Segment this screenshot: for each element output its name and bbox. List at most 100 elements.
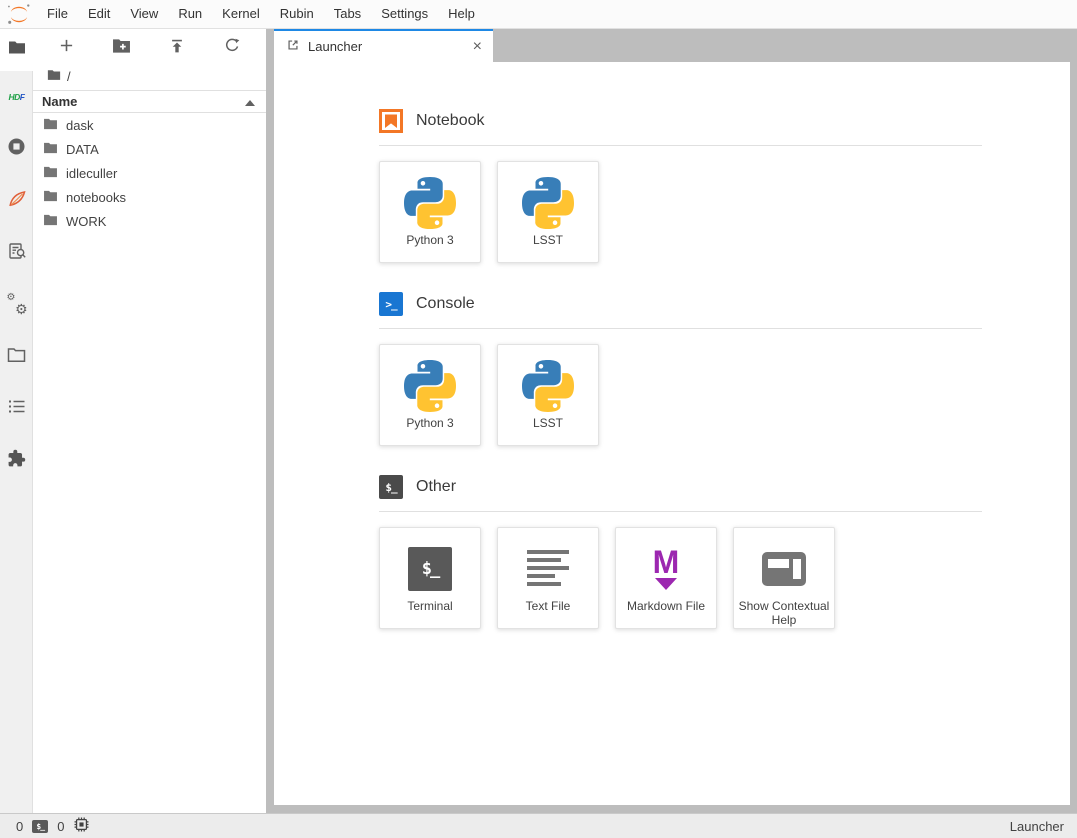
terminal-badge-icon: $_ — [32, 820, 48, 833]
section-title: Notebook — [416, 112, 485, 130]
menu-rubin[interactable]: Rubin — [270, 0, 324, 28]
file-list: dask DATA idleculler notebooks WORK — [33, 113, 266, 233]
status-bar: 0 $_ 0 Launcher — [0, 813, 1077, 838]
card-label: Text File — [522, 599, 575, 613]
menu-tabs[interactable]: Tabs — [324, 0, 371, 28]
launcher-icon — [286, 38, 300, 55]
tab-bar: Launcher × — [274, 29, 1077, 62]
sidebar-item-firefly[interactable] — [0, 175, 33, 227]
section-notebook: Notebook Python — [379, 109, 982, 263]
dock-body: Notebook Python — [274, 62, 1077, 813]
feather-icon — [7, 189, 27, 214]
menu-help[interactable]: Help — [438, 0, 485, 28]
console-icon: >_ — [379, 292, 403, 316]
refresh-button[interactable] — [217, 33, 247, 59]
folder-name: dask — [66, 118, 93, 133]
folder-row-idleculler[interactable]: idleculler — [33, 161, 266, 185]
notebook-icon — [379, 109, 403, 133]
upload-icon — [169, 38, 185, 54]
folder-outline-icon — [7, 347, 26, 368]
section-console: >_ Console — [379, 292, 982, 446]
card-label: Python 3 — [402, 233, 457, 247]
python-icon — [404, 356, 456, 416]
sidebar-item-extensions[interactable] — [0, 435, 33, 487]
card-label: Markdown File — [623, 599, 709, 613]
section-head: >_ Console — [379, 292, 982, 316]
caret-up-icon — [245, 94, 255, 109]
text-lines-icon — [526, 539, 570, 599]
folder-row-data[interactable]: DATA — [33, 137, 266, 161]
card-label: LSST — [529, 416, 567, 430]
stop-circle-icon — [7, 137, 26, 161]
menu-edit[interactable]: Edit — [78, 0, 120, 28]
close-icon[interactable]: × — [470, 39, 485, 55]
new-folder-icon — [112, 38, 131, 54]
name-column-header: Name — [42, 94, 77, 109]
svg-text:M: M — [653, 545, 680, 580]
sidebar-item-system[interactable]: ⚙⚙ — [0, 279, 33, 331]
running-sessions-status[interactable]: 0 $_ 0 — [16, 816, 90, 836]
puzzle-icon — [7, 449, 26, 473]
sidebar-item-file-browser[interactable] — [0, 29, 33, 71]
card-row: Python 3 LSST — [379, 344, 982, 446]
jupyter-logo — [5, 2, 32, 26]
launcher-card-notebook-lsst[interactable]: LSST — [497, 161, 599, 263]
upload-button[interactable] — [162, 33, 192, 59]
folder-name: notebooks — [66, 190, 126, 205]
sidebar-item-inspector[interactable] — [0, 227, 33, 279]
file-browser-panel: / Name dask DATA idleculler — [33, 29, 266, 813]
menu-file[interactable]: File — [37, 0, 78, 28]
folder-row-dask[interactable]: dask — [33, 113, 266, 137]
card-row: $_ Terminal — [379, 527, 982, 629]
menu-settings[interactable]: Settings — [371, 0, 438, 28]
breadcrumb: / — [33, 62, 266, 90]
jupyterlab-app: File Edit View Run Kernel Rubin Tabs Set… — [0, 0, 1077, 838]
section-head: Notebook — [379, 109, 982, 133]
breadcrumb-root[interactable]: / — [67, 69, 71, 84]
section-other: $_ Other $_ Terminal — [379, 475, 982, 629]
tab-launcher[interactable]: Launcher × — [274, 29, 493, 62]
plus-icon — [59, 38, 74, 53]
folder-icon — [43, 214, 58, 229]
launcher-card-terminal[interactable]: $_ Terminal — [379, 527, 481, 629]
card-label: Show Contextual Help — [734, 599, 834, 627]
folder-icon — [43, 118, 58, 133]
tab-label: Launcher — [308, 39, 462, 54]
hdf-icon: HDF — [9, 92, 25, 102]
new-launcher-button[interactable] — [52, 33, 82, 59]
file-browser-toolbar — [33, 29, 266, 62]
menu-kernel[interactable]: Kernel — [212, 0, 270, 28]
launcher-card-console-lsst[interactable]: LSST — [497, 344, 599, 446]
launcher-card-console-python3[interactable]: Python 3 — [379, 344, 481, 446]
launcher-card-notebook-python3[interactable]: Python 3 — [379, 161, 481, 263]
new-folder-button[interactable] — [107, 33, 137, 59]
file-list-header[interactable]: Name — [33, 90, 266, 113]
sidebar-item-hdf[interactable]: HDF — [0, 71, 33, 123]
launcher-card-markdown-file[interactable]: M Markdown File — [615, 527, 717, 629]
sidebar-item-open-tabs[interactable] — [0, 331, 33, 383]
left-sidebar: HDF — [0, 29, 33, 813]
sidebar-item-running[interactable] — [0, 123, 33, 175]
breadcrumb-folder-icon[interactable] — [47, 69, 61, 84]
panel-resize-handle[interactable] — [266, 29, 274, 813]
folder-row-work[interactable]: WORK — [33, 209, 266, 233]
menu-run[interactable]: Run — [168, 0, 212, 28]
launcher-card-text-file[interactable]: Text File — [497, 527, 599, 629]
list-icon — [8, 399, 26, 419]
card-label: Terminal — [403, 599, 456, 613]
terminal-dark-icon: $_ — [379, 475, 403, 499]
section-title: Console — [416, 295, 475, 313]
kernels-count: 0 — [57, 819, 64, 834]
layout-icon — [761, 539, 807, 599]
menu-items: File Edit View Run Kernel Rubin Tabs Set… — [37, 0, 485, 28]
menu-bar: File Edit View Run Kernel Rubin Tabs Set… — [0, 0, 1077, 29]
folder-row-notebooks[interactable]: notebooks — [33, 185, 266, 209]
chip-icon — [73, 816, 90, 836]
dock-area: Launcher × — [274, 29, 1077, 813]
sidebar-item-toc[interactable] — [0, 383, 33, 435]
folder-icon — [43, 166, 58, 181]
refresh-icon — [224, 38, 240, 54]
menu-view[interactable]: View — [120, 0, 168, 28]
launcher-card-contextual-help[interactable]: Show Contextual Help — [733, 527, 835, 629]
section-divider — [379, 511, 982, 512]
